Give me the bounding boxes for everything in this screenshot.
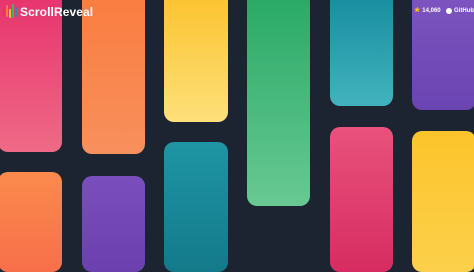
github-icon (446, 8, 452, 14)
star-count: 14,060 (422, 8, 441, 14)
tile-orange-col1-bottom (0, 172, 62, 272)
star-icon: ★ (414, 7, 421, 14)
tile-teal-col3-bottom (164, 142, 228, 272)
brand-name[interactable]: ScrollReveal (20, 5, 93, 19)
github-link[interactable]: GitHub (446, 8, 474, 14)
top-bar: ScrollReveal ★ 14,060 GitHub (0, 0, 474, 24)
github-label: GitHub (454, 8, 474, 14)
github-stars-link[interactable]: ★ 14,060 (414, 7, 441, 14)
tile-green-col4 (247, 0, 310, 206)
scrollreveal-logo-icon[interactable] (3, 4, 17, 20)
tile-yellow-col6-bottom (412, 131, 474, 272)
tile-pink-col5-bottom (330, 127, 393, 272)
